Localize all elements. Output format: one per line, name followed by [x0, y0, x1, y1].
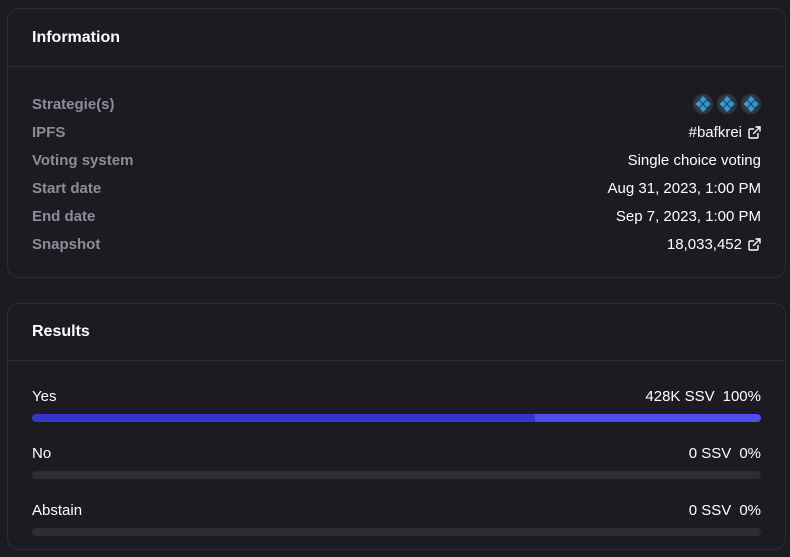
strategy-list[interactable] — [693, 94, 761, 114]
info-label: Snapshot — [32, 235, 101, 253]
result-abstain: Abstain 0 SSV 0% — [32, 501, 761, 536]
info-row-start-date: Start date Aug 31, 2023, 1:00 PM — [32, 174, 761, 202]
snapshot-value[interactable]: 18,033,452 — [667, 236, 742, 253]
result-label: Abstain — [32, 501, 83, 519]
information-list: Strategie(s) IPFS #bafkrei Voting system… — [8, 67, 785, 258]
result-progress-bar — [32, 528, 761, 536]
voting-system-value: Single choice voting — [627, 151, 761, 169]
external-link-icon[interactable] — [748, 237, 761, 251]
results-card: Results Yes 428K SSV 100% No 0 SSV 0% Ab… — [7, 303, 786, 550]
ipfs-value[interactable]: #bafkrei — [689, 124, 742, 141]
result-no: No 0 SSV 0% — [32, 444, 761, 479]
results-list: Yes 428K SSV 100% No 0 SSV 0% Abstain 0 … — [8, 361, 785, 536]
info-row-voting-system: Voting system Single choice voting — [32, 146, 761, 174]
ipfs-link[interactable]: #bafkrei — [689, 124, 761, 141]
info-row-strategies: Strategie(s) — [32, 90, 761, 118]
info-label: Strategie(s) — [32, 95, 115, 113]
result-percent: 0% — [739, 501, 761, 519]
information-card: Information Strategie(s) IPFS #bafkrei V… — [7, 8, 786, 278]
result-label: Yes — [32, 387, 57, 405]
result-percent: 0% — [739, 444, 761, 462]
result-yes: Yes 428K SSV 100% — [32, 387, 761, 422]
result-label: No — [32, 444, 52, 462]
snapshot-link[interactable]: 18,033,452 — [667, 236, 761, 253]
result-amount: 0 SSV — [688, 444, 732, 462]
start-date-value: Aug 31, 2023, 1:00 PM — [607, 179, 761, 197]
info-label: IPFS — [32, 123, 66, 141]
information-title: Information — [8, 9, 785, 67]
result-progress-shade — [32, 414, 535, 422]
result-amount: 428K SSV — [645, 387, 715, 405]
info-label: End date — [32, 207, 96, 225]
results-title: Results — [8, 304, 785, 361]
info-label: Voting system — [32, 151, 134, 169]
strategy-icon[interactable] — [717, 94, 737, 114]
result-progress-bar — [32, 414, 761, 422]
info-row-ipfs: IPFS #bafkrei — [32, 118, 761, 146]
info-row-end-date: End date Sep 7, 2023, 1:00 PM — [32, 202, 761, 230]
strategy-icon[interactable] — [693, 94, 713, 114]
info-label: Start date — [32, 179, 102, 197]
strategy-icon[interactable] — [741, 94, 761, 114]
result-amount: 0 SSV — [688, 501, 732, 519]
info-row-snapshot: Snapshot 18,033,452 — [32, 230, 761, 258]
result-percent: 100% — [722, 387, 761, 405]
result-progress-bar — [32, 471, 761, 479]
external-link-icon[interactable] — [748, 125, 761, 139]
end-date-value: Sep 7, 2023, 1:00 PM — [615, 207, 761, 225]
